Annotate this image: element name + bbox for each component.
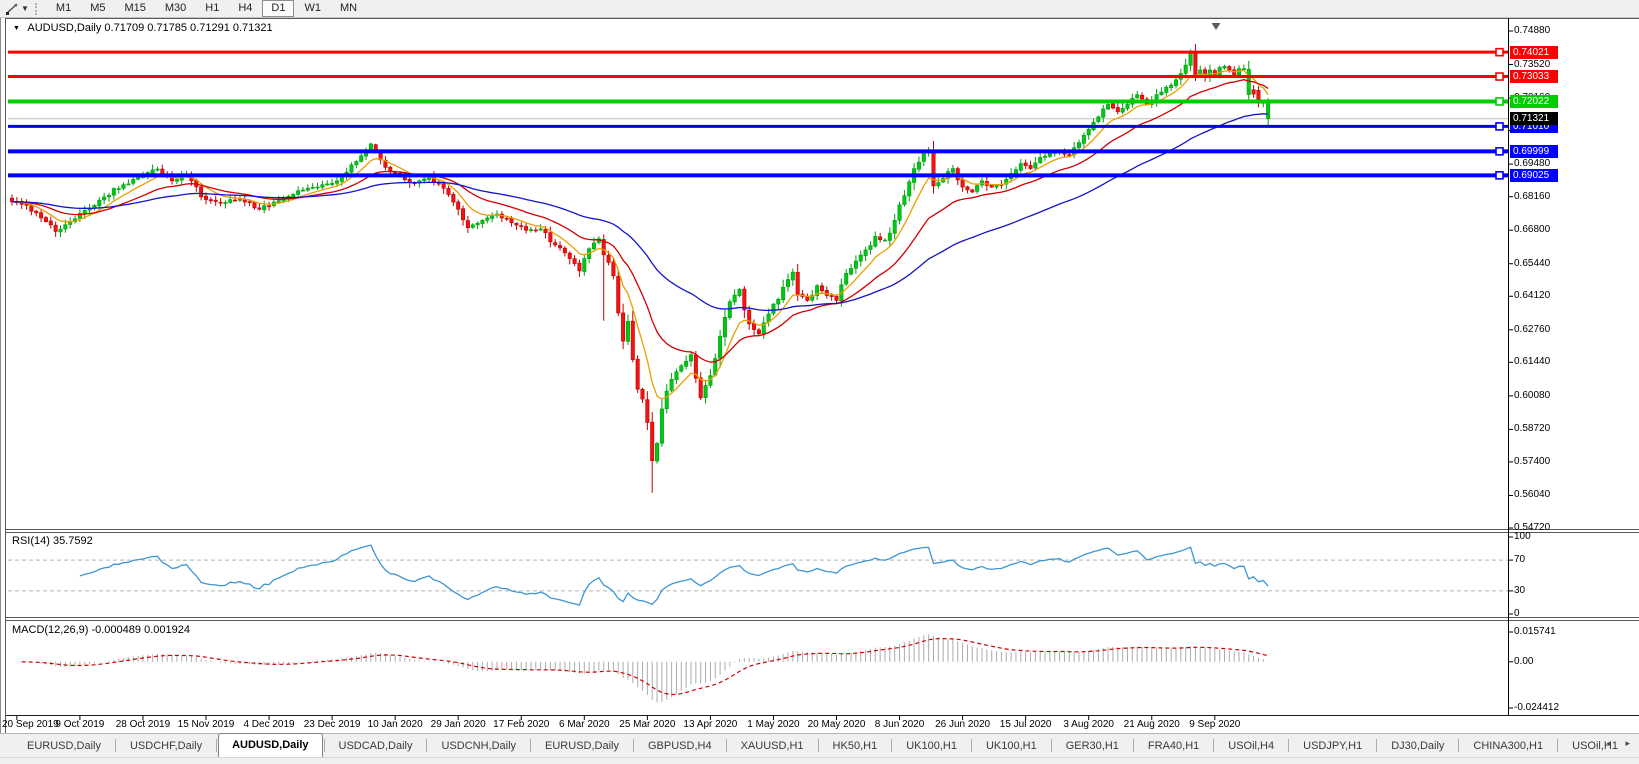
date-axis-label: 17 Feb 2020 xyxy=(493,719,550,730)
tab-separator xyxy=(216,739,218,752)
collapse-triangle-icon[interactable]: ▼ xyxy=(13,25,20,32)
price-axis-label: 0.57400 xyxy=(1514,455,1551,467)
tab-scroll-left-icon[interactable]: ◂ xyxy=(1606,738,1617,748)
rsi-axis-label: 70 xyxy=(1514,554,1526,566)
tab-separator xyxy=(114,739,116,752)
tab-separator xyxy=(530,739,532,752)
date-axis-label: 1 May 2020 xyxy=(747,719,800,730)
date-axis-label: 29 Jan 2020 xyxy=(430,719,486,730)
tab-separator xyxy=(426,739,428,752)
chart-tab-usdcad-daily[interactable]: USDCAD,Daily xyxy=(326,736,426,757)
tab-separator xyxy=(1376,739,1378,752)
price-axis-label: 0.58720 xyxy=(1514,423,1551,435)
price-line-badge: 0.69999 xyxy=(1510,144,1558,158)
chart-tab-xauusd-h1[interactable]: XAUUSD,H1 xyxy=(728,736,817,757)
date-axis-label: 21 Aug 2020 xyxy=(1123,719,1180,730)
date-axis-label: 20 Sep 2019 xyxy=(2,719,59,730)
tab-separator xyxy=(1050,739,1052,752)
price-line-badge: 0.73033 xyxy=(1510,70,1558,84)
chart-tab-bar: EURUSD,Daily USDCHF,Daily AUDUSD,Daily USDC… xyxy=(0,733,1639,757)
date-axis-label: 3 Aug 2020 xyxy=(1063,719,1114,730)
rsi-axis-label: 30 xyxy=(1514,584,1526,596)
tab-separator xyxy=(1288,739,1290,752)
date-axis-label: 26 Jun 2020 xyxy=(935,719,991,730)
chart-tab-usoil-h4[interactable]: USOil,H4 xyxy=(1215,736,1287,757)
chart-shift-marker-icon xyxy=(1211,23,1221,30)
date-axis-label: 20 May 2020 xyxy=(807,719,866,730)
chart-tab-eurusd-daily[interactable]: EURUSD,Daily xyxy=(532,736,632,757)
chart-symbol-period: AUDUSD,Daily xyxy=(27,22,102,34)
tab-separator xyxy=(1458,739,1460,752)
chart-tab-hk50-h1[interactable]: HK50,H1 xyxy=(820,736,891,757)
date-axis-label: 15 Nov 2019 xyxy=(177,719,235,730)
date-axis-label: 9 Oct 2019 xyxy=(55,719,105,730)
macd-axis-label: 0.015741 xyxy=(1514,626,1556,637)
chart-ohlc-header: ▼ AUDUSD,Daily 0.71709 0.71785 0.71291 0… xyxy=(13,22,273,34)
date-axis-label: 13 Apr 2020 xyxy=(683,719,738,730)
chart-tab-audusd-daily[interactable]: AUDUSD,Daily xyxy=(218,733,323,757)
price-axis-label: 0.68160 xyxy=(1514,190,1551,202)
rsi-axis-label: 100 xyxy=(1514,531,1531,542)
date-axis-label: 9 Sep 2020 xyxy=(1189,719,1241,730)
tab-separator xyxy=(891,739,893,752)
status-strip xyxy=(0,757,1639,764)
tab-separator xyxy=(323,739,325,752)
chart-tab-fra40-h1[interactable]: FRA40,H1 xyxy=(1135,736,1212,757)
macd-axis-label: 0.00 xyxy=(1514,655,1534,667)
tab-separator xyxy=(970,739,972,752)
tab-separator xyxy=(1557,739,1559,752)
price-chart-canvas[interactable] xyxy=(0,0,1639,764)
chart-ohlc-values: 0.71709 0.71785 0.71291 0.71321 xyxy=(104,22,273,34)
chart-tab-china300-h1[interactable]: CHINA300,H1 xyxy=(1460,736,1556,757)
tab-separator xyxy=(1213,739,1215,752)
price-line-badge: 0.74021 xyxy=(1510,45,1558,59)
chart-tab-dj30-daily[interactable]: DJ30,Daily xyxy=(1378,736,1457,757)
date-axis-label: 8 Jun 2020 xyxy=(874,719,925,730)
date-axis-label: 15 Jul 2020 xyxy=(999,719,1052,730)
date-axis-label: 25 Mar 2020 xyxy=(619,719,676,730)
chart-tab-uk100-h1[interactable]: UK100,H1 xyxy=(893,736,970,757)
chart-tab-eurusd-daily[interactable]: EURUSD,Daily xyxy=(14,736,114,757)
price-axis-label: 0.61440 xyxy=(1514,356,1551,368)
macd-axis-label: -0.024412 xyxy=(1514,702,1560,713)
price-axis-label: 0.66800 xyxy=(1514,224,1551,236)
chart-tab-usdchf-daily[interactable]: USDCHF,Daily xyxy=(117,736,215,757)
price-axis-label: 0.56040 xyxy=(1514,489,1551,501)
tab-separator xyxy=(817,739,819,752)
macd-indicator-label: MACD(12,26,9) -0.000489 0.001924 xyxy=(12,624,190,636)
date-axis-label: 23 Dec 2019 xyxy=(303,719,361,730)
date-axis-label: 4 Dec 2019 xyxy=(243,719,295,730)
current-price-badge: 0.71321 xyxy=(1510,112,1558,126)
date-axis-label: 6 Mar 2020 xyxy=(559,719,610,730)
price-axis-label: 0.73520 xyxy=(1514,58,1551,70)
price-axis-label: 0.69480 xyxy=(1514,158,1551,170)
chart-tab-ger30-h1[interactable]: GER30,H1 xyxy=(1053,736,1132,757)
date-axis-label: 10 Jan 2020 xyxy=(367,719,423,730)
rsi-axis-label: 0 xyxy=(1514,608,1520,619)
tab-scroll-buttons: ◂ ▸ xyxy=(1606,738,1636,749)
date-axis-label: 28 Oct 2019 xyxy=(115,719,171,730)
trading-platform-window: ▼ M1M5M15M30H1H4D1W1MN 0.748800.735200.7… xyxy=(0,0,1639,764)
price-line-badge: 0.72022 xyxy=(1510,94,1558,108)
tab-separator xyxy=(1132,739,1134,752)
chart-tab-gbpusd-h4[interactable]: GBPUSD,H4 xyxy=(635,736,725,757)
rsi-indicator-label: RSI(14) 35.7592 xyxy=(12,535,93,547)
price-axis-label: 0.65440 xyxy=(1514,257,1551,269)
chart-tab-usdjpy-h1[interactable]: USDJPY,H1 xyxy=(1290,736,1375,757)
tab-scroll-right-icon[interactable]: ▸ xyxy=(1625,738,1636,748)
chart-tab-uk100-h1[interactable]: UK100,H1 xyxy=(973,736,1050,757)
price-axis-label: 0.62760 xyxy=(1514,323,1551,335)
tab-separator xyxy=(725,739,727,752)
price-axis-label: 0.74880 xyxy=(1514,25,1551,36)
tab-separator xyxy=(633,739,634,752)
price-line-badge: 0.69025 xyxy=(1510,168,1558,182)
price-axis-label: 0.60080 xyxy=(1514,389,1551,401)
chart-tab-usdcnh-daily[interactable]: USDCNH,Daily xyxy=(428,736,529,757)
price-axis-label: 0.64120 xyxy=(1514,290,1551,302)
